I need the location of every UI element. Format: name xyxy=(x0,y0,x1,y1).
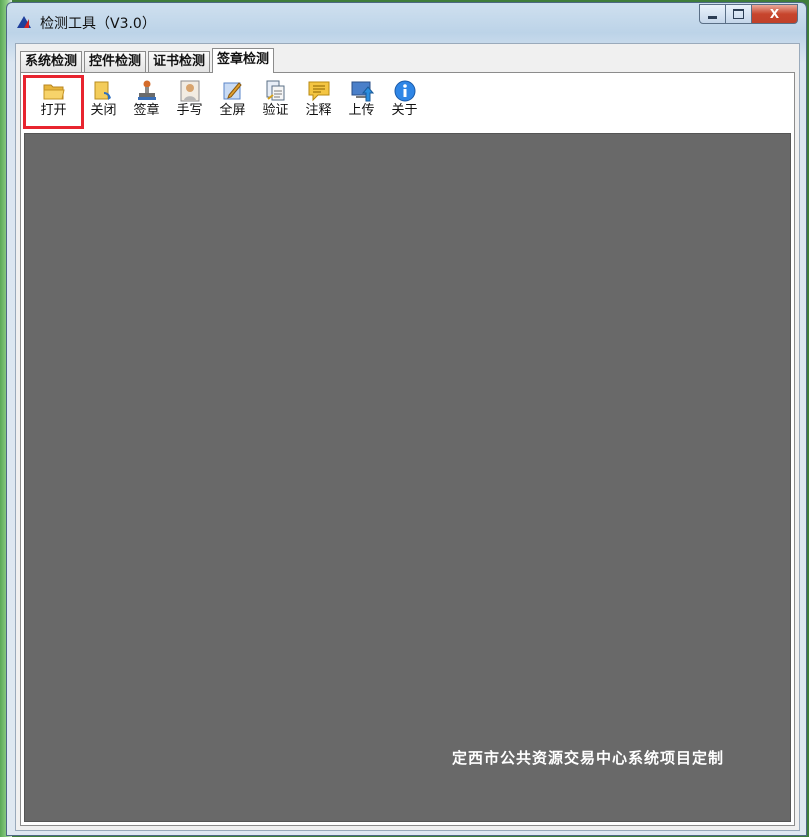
stamp-label: 签章 xyxy=(133,103,160,118)
maximize-button[interactable] xyxy=(726,4,752,24)
fullscreen-icon xyxy=(221,79,245,103)
tab-signature-check[interactable]: 签章检测 xyxy=(212,48,275,73)
handwrite-icon xyxy=(178,79,202,103)
open-button[interactable]: 打开 xyxy=(23,75,84,129)
comment-icon xyxy=(307,79,331,103)
close-doc-button[interactable]: 关闭 xyxy=(82,77,125,127)
minimize-button[interactable] xyxy=(699,4,726,24)
verify-label: 验证 xyxy=(262,103,289,118)
app-window: 检测工具（V3.0） X 系统检测 控件检测 证书检测 签章检测 打开 关闭 签… xyxy=(6,2,807,836)
minimize-icon xyxy=(708,15,717,19)
document-close-icon xyxy=(92,79,116,103)
open-label: 打开 xyxy=(40,103,67,118)
info-icon xyxy=(393,79,417,103)
customization-note: 定西市公共资源交易中心系统项目定制 xyxy=(451,749,724,767)
document-viewer[interactable]: 定西市公共资源交易中心系统项目定制 xyxy=(24,133,791,822)
maximize-icon xyxy=(733,9,744,19)
window-title: 检测工具（V3.0） xyxy=(40,16,156,32)
upload-label: 上传 xyxy=(348,103,375,118)
tab-strip: 系统检测 控件检测 证书检测 签章检测 xyxy=(20,48,276,73)
title-bar[interactable]: 检测工具（V3.0） X xyxy=(7,3,806,41)
verify-button[interactable]: 验证 xyxy=(254,77,297,127)
tab-control-check[interactable]: 控件检测 xyxy=(84,51,147,72)
handwrite-button[interactable]: 手写 xyxy=(168,77,211,127)
stamp-button[interactable]: 签章 xyxy=(125,77,168,127)
comment-button[interactable]: 注释 xyxy=(297,77,340,127)
client-area: 系统检测 控件检测 证书检测 签章检测 打开 关闭 签章 手写 全屏 验证 注释… xyxy=(15,43,800,831)
verify-icon xyxy=(264,79,288,103)
stamp-icon xyxy=(135,79,159,103)
close-button[interactable]: X xyxy=(752,4,798,24)
handwrite-label: 手写 xyxy=(176,103,203,118)
app-logo-icon xyxy=(17,16,31,28)
upload-button[interactable]: 上传 xyxy=(340,77,383,127)
tab-system-check[interactable]: 系统检测 xyxy=(20,51,83,72)
fullscreen-label: 全屏 xyxy=(219,103,246,118)
folder-open-icon xyxy=(42,79,66,103)
close-icon: X xyxy=(769,7,780,21)
close-doc-label: 关闭 xyxy=(90,103,117,118)
comment-label: 注释 xyxy=(305,103,332,118)
signature-check-page: 打开 关闭 签章 手写 全屏 验证 注释 上传 关于 定西市公共资源交易中心系统… xyxy=(20,72,795,826)
caption-buttons: X xyxy=(699,4,798,25)
about-label: 关于 xyxy=(391,103,418,118)
toolbar: 打开 关闭 签章 手写 全屏 验证 注释 上传 关于 xyxy=(23,75,426,129)
about-button[interactable]: 关于 xyxy=(383,77,426,127)
fullscreen-button[interactable]: 全屏 xyxy=(211,77,254,127)
upload-icon xyxy=(350,79,374,103)
tab-certificate-check[interactable]: 证书检测 xyxy=(148,51,211,72)
